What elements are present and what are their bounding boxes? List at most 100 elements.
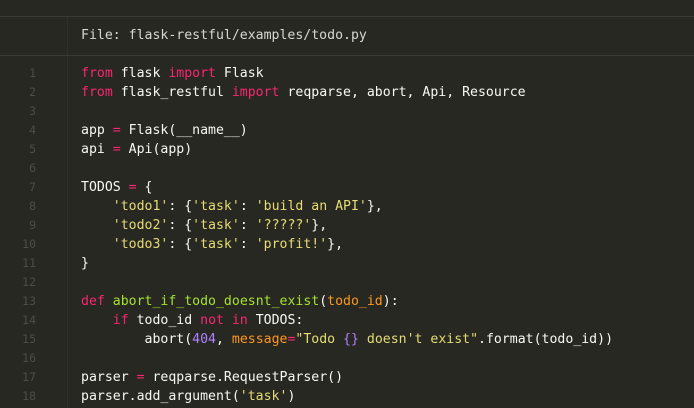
code-token: 'todo3' (112, 237, 169, 252)
code-token: in (231, 313, 248, 328)
line-number: 9 (29, 218, 36, 232)
code-text: from flask import Flask (81, 64, 264, 83)
code-token: ): (382, 294, 399, 309)
code-token: = (136, 370, 145, 385)
line-number: 16 (22, 351, 36, 365)
code-token: Flask (215, 66, 264, 81)
code-token: abort_if_todo_doesnt_exist (112, 294, 320, 309)
code-token: ) (287, 389, 296, 404)
code-token: message (231, 332, 288, 347)
code-text: def abort_if_todo_doesnt_exist(todo_id): (81, 292, 399, 311)
line-number: 13 (22, 294, 36, 308)
file-path-label: File: flask-restful/examples/todo.py (81, 28, 367, 43)
code-token: , (215, 332, 232, 347)
code-token: 'task' (192, 218, 240, 233)
file-header: File: flask-restful/examples/todo.py (0, 17, 694, 56)
code-line: 16 (0, 349, 694, 368)
code-token: }, (311, 218, 328, 233)
code-token: def (81, 294, 105, 309)
code-token: ( (319, 294, 328, 309)
code-text: 'todo1': {'task': 'build an API'}, (81, 197, 383, 216)
code-token: TODOS: (247, 313, 304, 328)
code-viewer[interactable]: 1 from flask import Flask 2 from flask_rest… (0, 56, 694, 408)
code-token: Api(app) (120, 142, 193, 157)
code-token: parser.add_argument( (81, 389, 240, 404)
code-line: 7 TODOS = { (0, 178, 694, 197)
line-number: 7 (29, 180, 36, 194)
code-token: todo_id (327, 294, 383, 309)
code-token: { (136, 180, 153, 195)
code-token: not (200, 313, 224, 328)
code-token: : { (168, 237, 193, 252)
code-token: : (239, 237, 256, 252)
code-line: 8 'todo1': {'task': 'build an API'}, (0, 197, 694, 216)
code-token: from (81, 85, 113, 100)
code-text: if todo_id not in TODOS: (81, 311, 304, 330)
code-text: 'todo2': {'task': '?????'}, (81, 216, 327, 235)
code-token: import (231, 85, 280, 100)
code-text: parser = reqparse.RequestParser() (81, 368, 343, 387)
code-token: 'task' (192, 199, 240, 214)
code-token: .format(todo_id)) (478, 332, 614, 347)
line-number: 5 (29, 142, 36, 156)
code-line: 3 (0, 102, 694, 121)
line-number: 1 (29, 66, 36, 80)
code-text: } (81, 254, 89, 273)
code-token: flask_restful (112, 85, 232, 100)
line-number: 2 (29, 85, 36, 99)
code-line: 5 api = Api(app) (0, 140, 694, 159)
code-token: }, (327, 237, 344, 252)
code-token: "Todo (295, 332, 344, 347)
line-number: 15 (22, 332, 36, 346)
code-token: 'task' (192, 237, 240, 252)
code-text: app = Flask(__name__) (81, 121, 248, 140)
code-token: if (112, 313, 129, 328)
line-number: 3 (29, 104, 36, 118)
code-token: 'build an API' (255, 199, 367, 214)
code-text: from flask_restful import reqparse, abor… (81, 83, 526, 102)
code-line: 9 'todo2': {'task': '?????'}, (0, 216, 694, 235)
code-token: import (168, 66, 216, 81)
code-line: 18 parser.add_argument('task') (0, 387, 694, 406)
line-number: 4 (29, 123, 36, 137)
line-number: 11 (22, 256, 36, 270)
code-text: api = Api(app) (81, 140, 192, 159)
code-text: TODOS = { (81, 178, 152, 197)
code-token: } (81, 256, 89, 271)
code-token: : (239, 218, 256, 233)
line-number: 6 (29, 161, 36, 175)
code-token: 'profit!' (255, 237, 328, 252)
code-token: : (239, 199, 256, 214)
code-token: todo_id (128, 313, 201, 328)
code-line: 12 (0, 273, 694, 292)
code-token: 'todo2' (112, 218, 169, 233)
code-line: 17 parser = reqparse.RequestParser() (0, 368, 694, 387)
code-token: {} (343, 332, 359, 347)
code-line: 13 def abort_if_todo_doesnt_exist(todo_id… (0, 292, 694, 311)
code-token: }, (366, 199, 383, 214)
code-line: 11} (0, 254, 694, 273)
code-text: parser.add_argument('task') (81, 387, 295, 406)
code-text: 'todo3': {'task': 'profit!'}, (81, 235, 343, 254)
code-token: reqparse.RequestParser() (144, 370, 344, 385)
code-text: abort(404, message="Todo {} doesn't exis… (81, 330, 614, 349)
code-line: 1 from flask import Flask (0, 64, 694, 83)
code-line: 2 from flask_restful import reqparse, abo… (0, 83, 694, 102)
line-number: 17 (22, 370, 36, 384)
code-token: reqparse, abort, Api, Resource (279, 85, 526, 100)
code-token: Flask(__name__) (120, 123, 248, 138)
code-token: : { (168, 199, 193, 214)
line-number: 10 (22, 237, 36, 251)
code-token: abort( (81, 332, 193, 347)
code-token: parser (81, 370, 137, 385)
code-token: = (112, 123, 121, 138)
code-token: flask (112, 66, 169, 81)
code-line: 14 if todo_id not in TODOS: (0, 311, 694, 330)
code-token: 'todo1' (112, 199, 169, 214)
